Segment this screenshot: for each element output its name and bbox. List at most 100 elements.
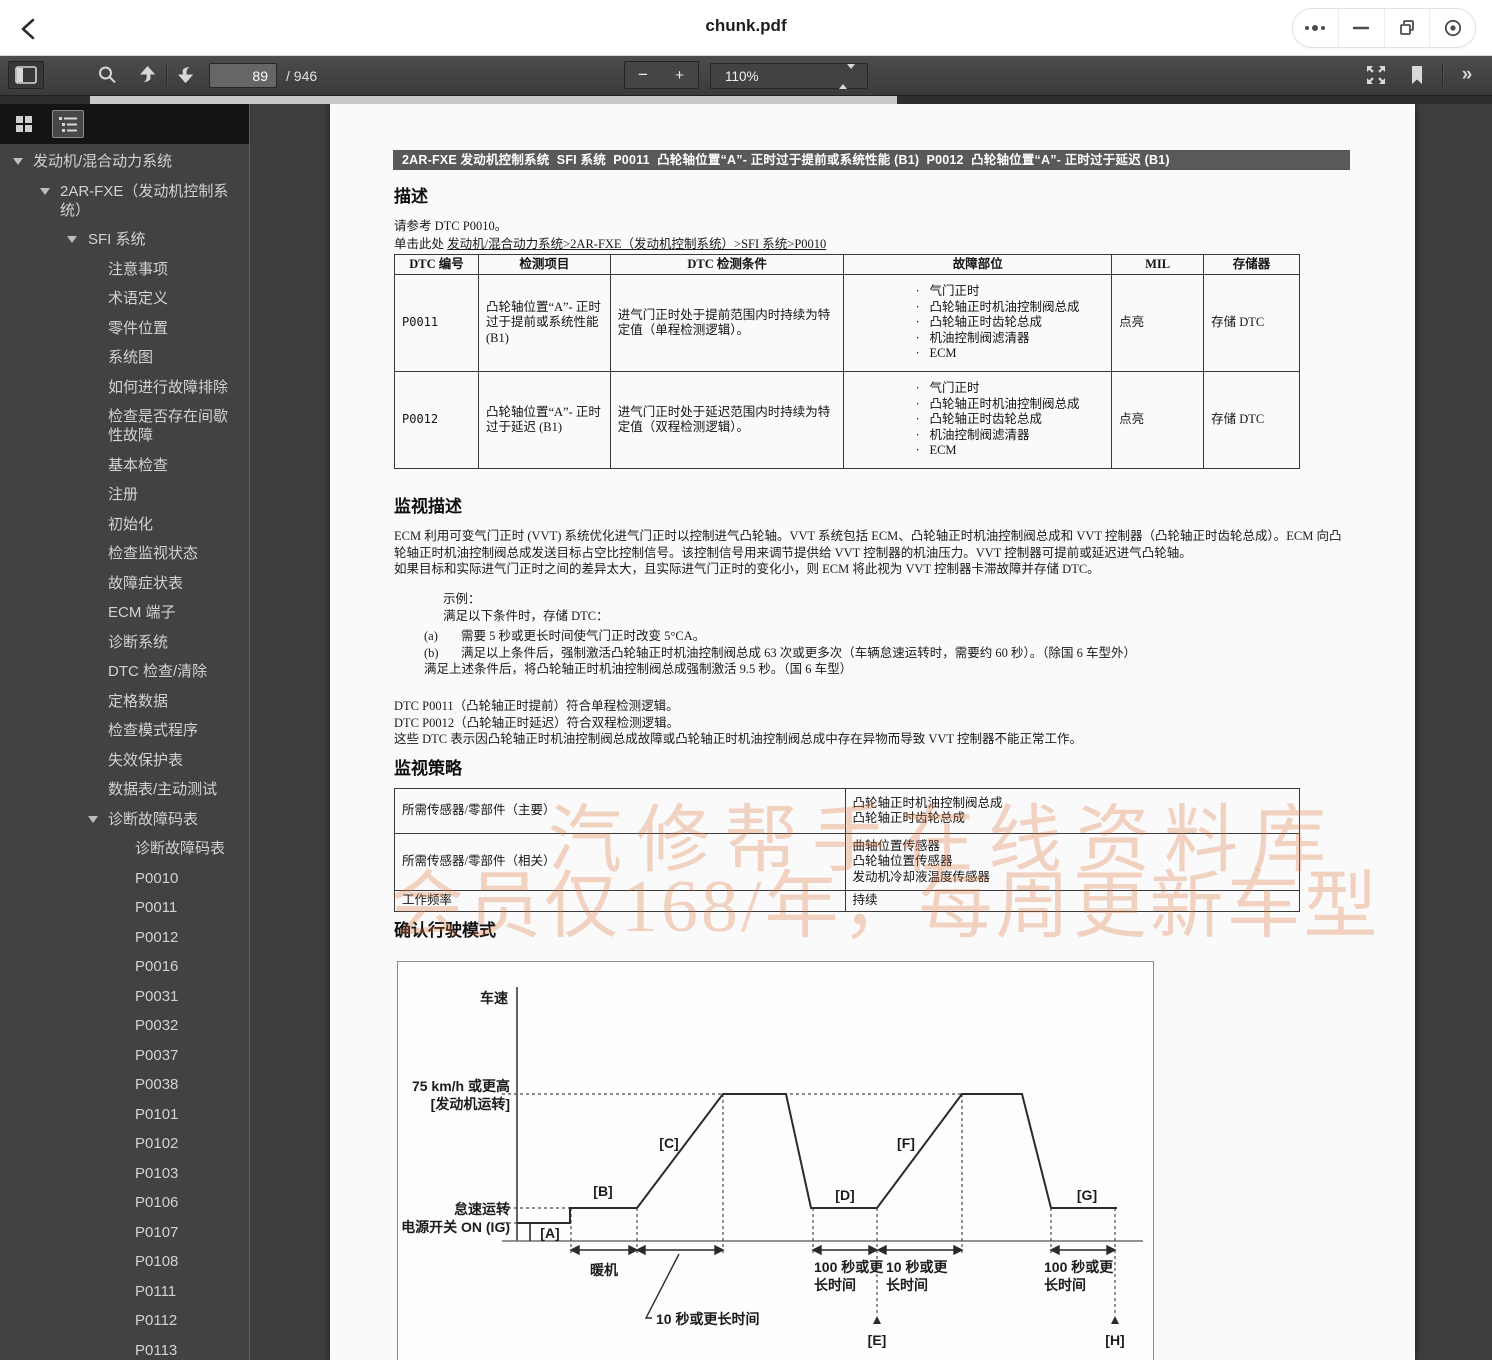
outline-item[interactable]: 基本检查 (0, 456, 250, 475)
outline-item[interactable]: 术语定义 (0, 289, 250, 308)
outline-item-label: 如何进行故障排除 (108, 379, 228, 396)
title-bar: chunk.pdf (0, 0, 1492, 56)
outline-item[interactable]: P0103 (0, 1164, 250, 1183)
outline-item-label: 检查是否存在间歇性故障 (108, 408, 228, 444)
outline-item[interactable]: P0016 (0, 957, 250, 976)
outline-item[interactable]: P0107 (0, 1223, 250, 1242)
thumbnails-view-button[interactable] (8, 110, 40, 138)
more-tools-button[interactable]: » (1450, 61, 1484, 89)
grid-icon (15, 115, 33, 133)
outline-view-button[interactable] (52, 110, 84, 138)
horizontal-scrollbar-thumb[interactable] (90, 96, 897, 104)
condition-list: (a) 需要 5 秒或更长时间使气门正时改变 5°CA。 (b) 满足以上条件后… (424, 628, 1136, 678)
outline-item[interactable]: 系统图 (0, 348, 250, 367)
outline-item[interactable]: 数据表/主动测试 (0, 780, 250, 799)
heading-monitor-description: 监视描述 (394, 492, 462, 517)
arrow-down-icon (178, 66, 194, 84)
outline-item-label: P0106 (135, 1194, 178, 1211)
outline-item[interactable]: 检查监视状态 (0, 544, 250, 563)
outline-item[interactable]: P0037 (0, 1046, 250, 1065)
breadcrumb-link[interactable]: 发动机/混合动力系统>2AR-FXE（发动机控制系统）>SFI 系统>P0010 (447, 237, 826, 251)
outline-item[interactable]: 诊断故障码表 (0, 839, 250, 858)
outline-item-label: 诊断故障码表 (108, 811, 198, 828)
outline-item-label: P0107 (135, 1224, 178, 1241)
segment-label: [B] (593, 1183, 612, 1199)
outline-item[interactable]: 注意事项 (0, 260, 250, 279)
outline-item-label: P0103 (135, 1165, 178, 1182)
search-icon (96, 64, 118, 86)
sidebar: 发动机/混合动力系统 2AR-FXE（发动机控制系统） SFI 系统 注意事项 (0, 104, 250, 1360)
outline-item[interactable]: P0038 (0, 1075, 250, 1094)
outline-item[interactable]: P0011 (0, 898, 250, 917)
viewer-background: 2AR-FXE 发动机控制系统 SFI 系统 P0011 凸轮轴位置“A”- 正… (251, 104, 1492, 1360)
next-page-button[interactable] (172, 61, 200, 89)
outline-item[interactable]: P0108 (0, 1252, 250, 1271)
caret-down-icon[interactable] (88, 816, 98, 823)
search-button[interactable] (92, 61, 122, 89)
outline-item[interactable]: P0012 (0, 928, 250, 947)
reference-line: 请参考 DTC P0010。 (394, 218, 507, 235)
caret-down-icon[interactable] (40, 188, 50, 195)
previous-page-button[interactable] (134, 61, 162, 89)
outline-item-label: P0038 (135, 1076, 178, 1093)
outline-item[interactable]: P0031 (0, 987, 250, 1006)
outline-item[interactable]: 诊断故障码表 (0, 810, 250, 829)
outline-item[interactable]: SFI 系统 (0, 230, 250, 249)
outline-item[interactable]: 定格数据 (0, 692, 250, 711)
click-here-line: 单击此处 发动机/混合动力系统>2AR-FXE（发动机控制系统）>SFI 系统>… (394, 236, 826, 253)
page-number-input[interactable] (209, 63, 277, 88)
outline-item[interactable]: 检查模式程序 (0, 721, 250, 740)
outline-item[interactable]: 如何进行故障排除 (0, 378, 250, 397)
col-header: DTC 编号 (395, 255, 479, 275)
caret-down-icon[interactable] (67, 236, 77, 243)
caret-down-icon[interactable] (13, 158, 23, 165)
sidebar-toggle-icon (15, 66, 37, 84)
target-button[interactable] (1429, 9, 1475, 47)
outline-item-label: 零件位置 (108, 320, 168, 337)
outline-item-label: P0032 (135, 1017, 178, 1034)
table-row: 所需传感器/零部件（主要） 凸轮轴正时机油控制阀总成 凸轮轴正时齿轮总成 (395, 789, 1300, 834)
zoom-in-button[interactable]: + (661, 61, 699, 89)
more-options-button[interactable] (1293, 9, 1338, 47)
select-spinner-icon (839, 69, 855, 84)
presentation-mode-button[interactable] (1361, 61, 1391, 89)
outline-item-label: P0011 (135, 899, 177, 916)
segment-label: [F] (897, 1135, 915, 1151)
outline-item[interactable]: P0101 (0, 1105, 250, 1124)
outline-item-label: 注册 (108, 486, 138, 503)
outline-item[interactable]: 零件位置 (0, 319, 250, 338)
outline-item[interactable]: 检查是否存在间歇性故障 (0, 407, 250, 445)
circle-dot-icon (1441, 16, 1465, 40)
outline-item-label: P0112 (135, 1312, 177, 1329)
dimension-arrows (571, 1246, 1115, 1254)
outline-item[interactable]: 发动机/混合动力系统 (0, 152, 250, 171)
outline-item[interactable]: 故障症状表 (0, 574, 250, 593)
outline-item[interactable]: 2AR-FXE（发动机控制系统） (0, 182, 250, 220)
restore-window-button[interactable] (1384, 9, 1430, 47)
outline-item[interactable]: P0010 (0, 869, 250, 888)
outline-item[interactable]: P0111 (0, 1282, 250, 1301)
toggle-sidebar-button[interactable] (8, 61, 44, 89)
outline-item-label: 2AR-FXE（发动机控制系统） (60, 183, 228, 219)
outline-item[interactable]: P0032 (0, 1016, 250, 1035)
outline-item[interactable]: 诊断系统 (0, 633, 250, 652)
outline-item[interactable]: 初始化 (0, 515, 250, 534)
minimize-button[interactable] (1338, 9, 1384, 47)
outline-item[interactable]: 注册 (0, 485, 250, 504)
outline-item[interactable]: P0106 (0, 1193, 250, 1212)
outline-item[interactable]: P0113 (0, 1341, 250, 1360)
outline-item[interactable]: 失效保护表 (0, 751, 250, 770)
zoom-level-select[interactable]: 110% (710, 63, 868, 89)
outline-item-label: 诊断故障码表 (135, 840, 225, 857)
outline-item[interactable]: ECM 端子 (0, 603, 250, 622)
zoom-out-button[interactable]: − (624, 61, 662, 89)
toolbar-separator (1442, 64, 1443, 86)
arrow-up-icon (140, 66, 156, 84)
outline-item[interactable]: P0102 (0, 1134, 250, 1153)
bookmark-button[interactable] (1402, 61, 1432, 89)
monitor-paragraphs: ECM 利用可变气门正时 (VVT) 系统优化进气门正时以控制进气凸轮轴。VVT… (394, 528, 1346, 578)
outline-item[interactable]: P0112 (0, 1311, 250, 1330)
outline-item[interactable]: DTC 检查/清除 (0, 662, 250, 681)
outline-item-label: 基本检查 (108, 457, 168, 474)
heading-description: 描述 (394, 182, 428, 207)
